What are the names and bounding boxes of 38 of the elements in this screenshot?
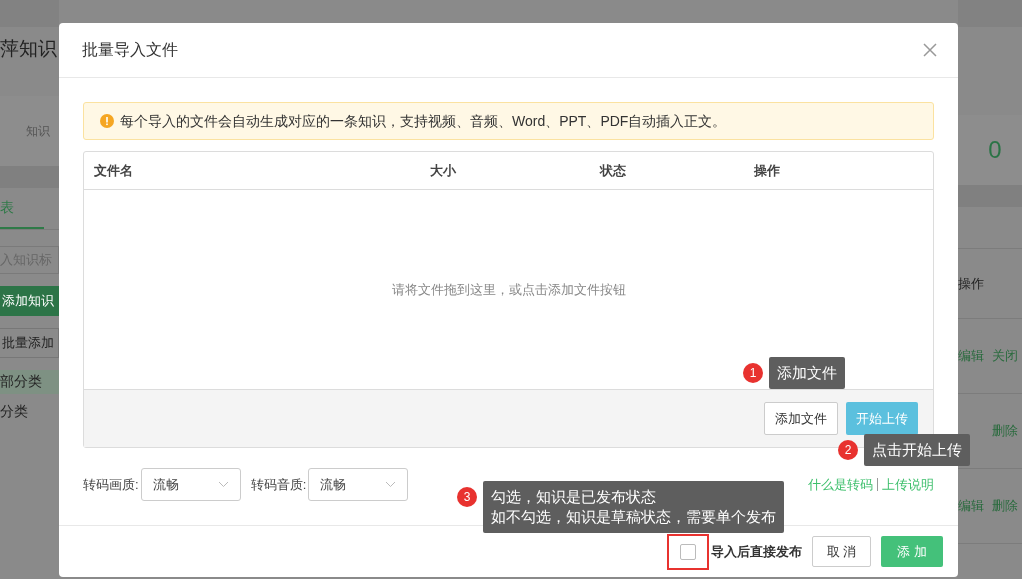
publish-checkbox[interactable]: [679, 543, 696, 560]
callout-tooltip: 添加文件: [769, 357, 845, 389]
column-header: 状态: [600, 161, 627, 180]
callout-tooltip: 勾选，知识是已发布状态 如不勾选，知识是草稿状态，需要单个发布: [483, 481, 784, 533]
publish-label: 导入后直接发布: [710, 542, 802, 561]
add-file-button[interactable]: 添加文件: [764, 402, 838, 435]
dialog-title: 批量导入文件: [82, 40, 178, 60]
chevron-down-icon: [217, 481, 229, 488]
column-header: 文件名: [94, 161, 134, 180]
quality-select[interactable]: 流畅: [308, 468, 409, 501]
warning-icon: [100, 114, 114, 128]
notice-text: 每个导入的文件会自动生成对应的一条知识，支持视频、音频、Word、PPT、PDF自动插入正文。: [120, 111, 727, 131]
list-tab[interactable]: 表: [0, 187, 44, 229]
action-link[interactable]: 编辑: [958, 496, 984, 516]
start-upload-button[interactable]: 开始上传: [846, 402, 918, 435]
transcode-help-link[interactable]: 什么是转码: [808, 474, 873, 495]
stat-value: 0: [988, 135, 1002, 165]
callout-tooltip: 点击开始上传: [864, 434, 970, 466]
action-link[interactable]: 删除: [992, 421, 1018, 441]
add-button[interactable]: 添 加: [881, 536, 943, 567]
quality-select[interactable]: 流畅: [140, 468, 241, 501]
action-link[interactable]: 编辑: [958, 346, 984, 366]
close-icon[interactable]: [923, 43, 937, 57]
chevron-down-icon: [385, 481, 397, 488]
column-header: 操作: [754, 161, 781, 180]
setting-label: 转码画质:: [83, 475, 139, 494]
upload-help-link[interactable]: 上传说明: [882, 474, 934, 495]
action-link[interactable]: 关闭: [992, 346, 1018, 366]
drop-hint: 请将文件拖到这里，或点击添加文件按钮: [391, 280, 626, 299]
column-header: 操作: [958, 274, 984, 293]
cancel-button[interactable]: 取 消: [811, 536, 872, 567]
setting-label: 转码音质:: [250, 475, 307, 494]
category-item[interactable]: 部分类: [0, 369, 59, 394]
page-title: 萍知识: [0, 37, 58, 61]
category-item[interactable]: 分类: [0, 399, 59, 424]
add-knowledge-button[interactable]: 添加知识: [0, 285, 59, 316]
column-header: 大小: [430, 161, 457, 180]
action-link[interactable]: 删除: [992, 496, 1018, 516]
